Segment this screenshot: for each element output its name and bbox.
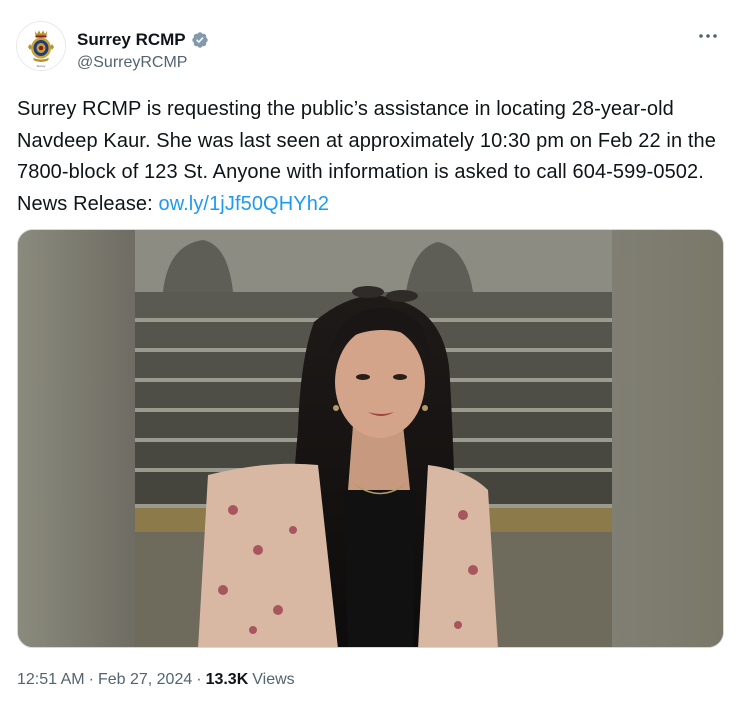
photo-of-woman <box>18 230 723 647</box>
meta-separator: · <box>196 671 202 688</box>
more-options-icon <box>699 34 717 38</box>
views-label: Views <box>252 671 295 688</box>
news-release-link[interactable]: ow.ly/1jJf50QHYh2 <box>158 193 329 215</box>
avatar[interactable]: Surrey <box>16 21 66 71</box>
author-name-row: Surrey RCMP <box>77 30 209 50</box>
views-count: 13.3K <box>205 671 249 688</box>
tweet-date[interactable]: Feb 27, 2024 <box>98 671 192 689</box>
tweet-time[interactable]: 12:51 AM <box>17 671 85 689</box>
account-handle[interactable]: @SurreyRCMP <box>77 54 187 72</box>
meta-separator: · <box>88 671 94 688</box>
tweet-photo[interactable] <box>17 229 724 648</box>
more-options-button[interactable] <box>695 26 721 46</box>
svg-text:Surrey: Surrey <box>37 64 46 68</box>
tweet-meta: 12:51 AM · Feb 27, 2024 · 13.3K Views <box>17 671 295 689</box>
rcmp-crest-logo: Surrey <box>17 22 65 70</box>
display-name[interactable]: Surrey RCMP <box>77 30 186 50</box>
tweet-body: Surrey RCMP is requesting the public’s a… <box>17 98 716 215</box>
tweet-text: Surrey RCMP is requesting the public’s a… <box>17 94 722 220</box>
verified-badge-icon[interactable] <box>191 31 209 49</box>
